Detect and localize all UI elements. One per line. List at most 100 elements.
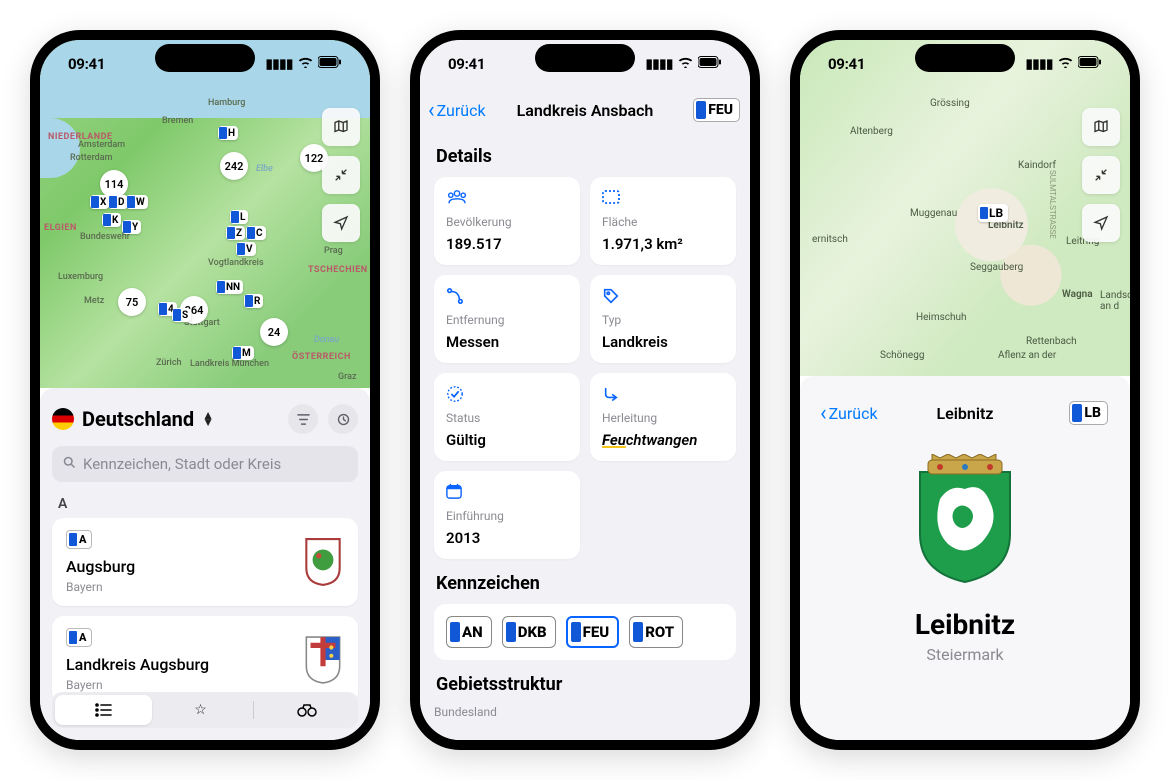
- map-marker[interactable]: H: [218, 126, 238, 140]
- map-collapse-button[interactable]: [1082, 156, 1120, 194]
- map-marker[interactable]: K: [102, 213, 121, 227]
- map-marker[interactable]: Y: [122, 220, 141, 234]
- wifi-icon: [1058, 57, 1073, 72]
- map[interactable]: Grössing Altenberg Kaindorf Muggenau Lei…: [800, 40, 1130, 376]
- status-time: 09:41: [68, 55, 105, 73]
- plate-chip[interactable]: ROT: [629, 616, 683, 648]
- map-marker[interactable]: M: [232, 346, 254, 360]
- search-placeholder: Kennzeichen, Stadt oder Kreis: [83, 455, 281, 473]
- tab-favorites[interactable]: ☆: [152, 695, 249, 725]
- status-icon: [446, 385, 568, 405]
- map-marker[interactable]: Z: [226, 226, 245, 240]
- card-area[interactable]: Fläche 1.971,3 km²: [590, 177, 736, 265]
- map-marker[interactable]: L: [230, 210, 248, 224]
- nav-bar: ‹ Zurück Landkreis Ansbach FEU: [420, 88, 750, 132]
- plate-badge: LB: [1069, 401, 1108, 425]
- tab-binoculars[interactable]: [258, 695, 355, 725]
- city-region: Bayern: [66, 580, 135, 594]
- route-icon: [446, 287, 568, 307]
- signal-icon: ▮▮▮▮: [646, 57, 673, 72]
- wifi-icon: [678, 57, 693, 72]
- plate-chip-active[interactable]: FEU: [566, 616, 620, 648]
- derivation-value: Feuchtwangen: [602, 431, 724, 449]
- city-name: Leibnitz: [812, 608, 1118, 641]
- map-marker[interactable]: S: [172, 308, 191, 322]
- plate-chip[interactable]: DKB: [502, 616, 556, 648]
- active-plate-badge: FEU: [693, 98, 740, 122]
- tag-icon: [602, 287, 724, 307]
- country-name: Deutschland: [82, 407, 194, 431]
- map-marker[interactable]: X: [90, 195, 109, 209]
- country-selector[interactable]: Deutschland ▲▼: [52, 407, 214, 431]
- status-icons: ▮▮▮▮: [646, 56, 722, 72]
- card-derivation[interactable]: Herleitung Feuchtwangen: [590, 373, 736, 461]
- back-button[interactable]: ‹ Zurück: [820, 401, 878, 426]
- crest-icon: [910, 454, 1020, 584]
- nav-bar: ‹ Zurück Leibnitz LB: [812, 392, 1118, 434]
- page-title: Leibnitz: [937, 404, 994, 423]
- page-title: Landkreis Ansbach: [517, 101, 654, 120]
- flag-de-icon: [52, 408, 74, 430]
- city-name: Landkreis Augsburg: [66, 655, 209, 674]
- map-cluster[interactable]: 24: [260, 318, 288, 346]
- city-name: Augsburg: [66, 557, 135, 576]
- map-marker[interactable]: V: [236, 242, 256, 256]
- card-population[interactable]: Bevölkerung 189.517: [434, 177, 580, 265]
- map-controls: [1082, 108, 1120, 242]
- bottom-sheet[interactable]: ‹ Zurück Leibnitz LB Le: [800, 376, 1130, 740]
- refresh-button[interactable]: [328, 404, 358, 434]
- card-type[interactable]: Typ Landkreis: [590, 275, 736, 363]
- list-item[interactable]: A Landkreis Augsburg Bayern: [52, 616, 358, 704]
- plate-badge: A: [66, 530, 92, 549]
- map-cluster[interactable]: 114: [100, 170, 128, 198]
- people-icon: [446, 189, 568, 209]
- chevron-left-icon: ‹: [820, 401, 827, 426]
- filter-button[interactable]: [288, 404, 318, 434]
- city-region: Bayern: [66, 678, 209, 692]
- map-cluster[interactable]: 242: [220, 152, 248, 180]
- structure-sublabel: Bundesland: [434, 705, 736, 719]
- card-status[interactable]: Status Gültig: [434, 373, 580, 461]
- map-layers-button[interactable]: [1082, 108, 1120, 146]
- signal-icon: ▮▮▮▮: [1026, 57, 1053, 72]
- map-locate-button[interactable]: [1082, 204, 1120, 242]
- battery-icon: [1078, 56, 1102, 72]
- dynamic-island: [535, 44, 635, 72]
- map-cluster[interactable]: 75: [118, 288, 146, 316]
- map-locate-button[interactable]: [322, 204, 360, 242]
- back-button[interactable]: ‹ Zurück: [428, 98, 486, 123]
- area-icon: [602, 189, 724, 209]
- crest-icon: [302, 537, 344, 587]
- list-item[interactable]: A Augsburg Bayern: [52, 518, 358, 606]
- map-marker[interactable]: LB: [978, 204, 1008, 222]
- calendar-icon: [446, 483, 568, 503]
- card-introduction[interactable]: Einführung 2013: [434, 471, 580, 559]
- map[interactable]: Hamburg Bremen Amsterdam Rotterdam Bunde…: [40, 40, 370, 388]
- search-icon: [62, 455, 77, 474]
- wifi-icon: [298, 57, 313, 72]
- bottom-tab-bar: ☆: [52, 692, 358, 728]
- search-input[interactable]: Kennzeichen, Stadt oder Kreis: [52, 446, 358, 482]
- map-marker[interactable]: W: [126, 195, 148, 209]
- section-plates-title: Kennzeichen: [436, 573, 734, 594]
- map-marker[interactable]: NN: [216, 280, 243, 294]
- map-layers-button[interactable]: [322, 108, 360, 146]
- battery-icon: [698, 56, 722, 72]
- map-controls: [322, 108, 360, 242]
- card-distance[interactable]: Entfernung Messen: [434, 275, 580, 363]
- status-icons: ▮▮▮▮: [1026, 56, 1102, 72]
- dynamic-island: [915, 44, 1015, 72]
- plate-badge: A: [66, 628, 92, 647]
- plate-chip[interactable]: AN: [446, 616, 492, 648]
- map-collapse-button[interactable]: [322, 156, 360, 194]
- section-header: A: [58, 496, 358, 512]
- tab-list[interactable]: [55, 695, 152, 725]
- plates-row: AN DKB FEU ROT: [434, 604, 736, 660]
- dynamic-island: [155, 44, 255, 72]
- chevron-left-icon: ‹: [428, 98, 435, 123]
- map-marker[interactable]: C: [246, 226, 266, 240]
- map-marker[interactable]: R: [244, 294, 263, 308]
- map-marker[interactable]: D: [108, 195, 128, 209]
- derivation-icon: [602, 385, 724, 405]
- bottom-sheet[interactable]: Deutschland ▲▼ Kennzeichen, Stadt oder K…: [40, 388, 370, 740]
